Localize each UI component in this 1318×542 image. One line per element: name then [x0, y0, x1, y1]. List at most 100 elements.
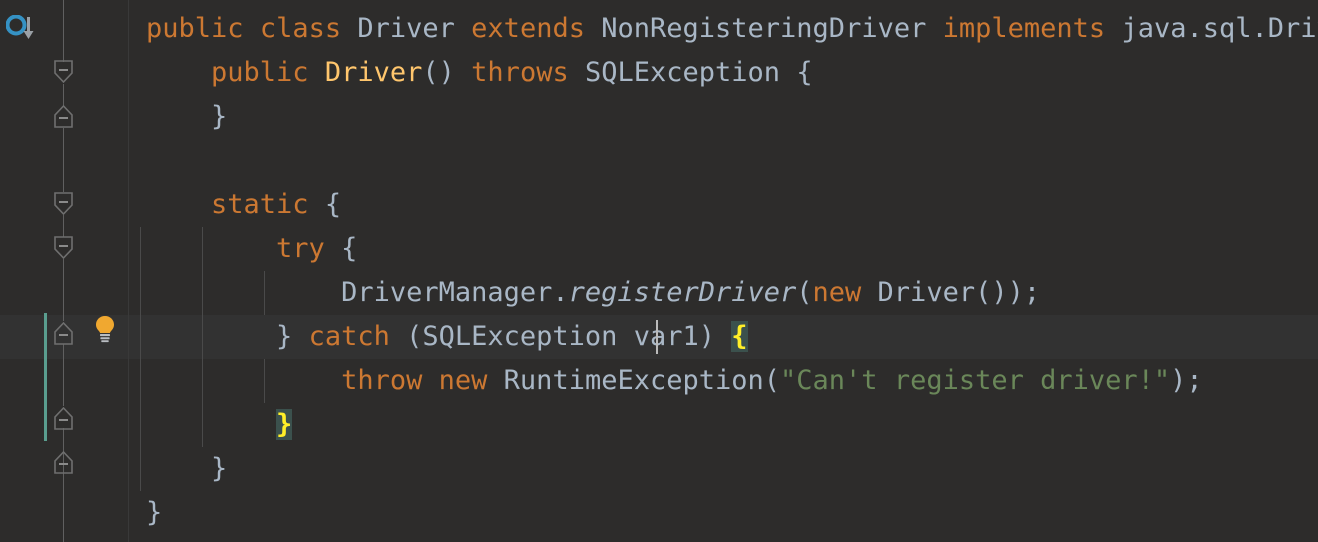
fold-spine-segment [63, 84, 64, 106]
code-token: DriverManager. [341, 277, 569, 308]
fold-marker-expanded[interactable] [54, 60, 73, 84]
code-line[interactable]: } catch (SQLException var1) { [129, 315, 748, 359]
code-token: SQLException [584, 57, 781, 88]
code-token: throw [341, 365, 423, 396]
code-token: ()); [975, 277, 1041, 308]
code-token: RuntimeException [503, 365, 764, 396]
fold-spine-segment [63, 0, 64, 62]
code-token: Driver [357, 13, 455, 44]
implementing-class-marker-icon[interactable] [5, 14, 36, 41]
code-token: { [308, 189, 342, 220]
fold-marker-expanded[interactable] [54, 321, 73, 345]
code-token: () [422, 57, 472, 88]
code-line[interactable]: } [129, 403, 293, 447]
code-token: class [259, 13, 342, 44]
code-token: } [146, 321, 309, 352]
code-token: public [211, 57, 309, 88]
fold-marker-expanded[interactable] [54, 104, 73, 128]
code-token: ( [796, 277, 813, 308]
code-line[interactable]: static { [129, 183, 341, 227]
code-line-text: throw new RuntimeException("Can't regist… [129, 365, 1203, 396]
text-caret [656, 320, 658, 354]
code-line[interactable]: } [129, 447, 227, 491]
code-token: NonRegisteringDriver [601, 13, 927, 44]
fold-marker-expanded[interactable] [54, 406, 73, 430]
code-text-area[interactable]: public class Driver extends NonRegisteri… [129, 0, 1318, 542]
intention-bulb-icon[interactable] [90, 313, 120, 343]
fold-spine-segment [63, 472, 64, 542]
code-line[interactable]: } [129, 491, 162, 535]
code-token: implements [942, 13, 1106, 44]
code-token: } [146, 497, 163, 528]
code-token: "Can't register driver!" [780, 365, 1171, 396]
code-line[interactable]: DriverManager.registerDriver(new Driver(… [129, 271, 1040, 315]
code-line-text: } [129, 409, 293, 440]
fold-marker-expanded[interactable] [54, 192, 73, 216]
code-token: public [146, 13, 244, 44]
code-line-text: public class Driver extends NonRegisteri… [129, 13, 1318, 44]
code-token: { [731, 321, 748, 352]
code-line[interactable] [129, 139, 146, 183]
code-line-text: } catch (SQLException var1) { [129, 321, 748, 352]
code-token: SQLException [422, 321, 618, 352]
fold-marker-expanded[interactable] [54, 450, 73, 474]
code-token: } [146, 453, 228, 484]
code-token: new [812, 277, 862, 308]
code-line-text: public Driver() throws SQLException { [129, 57, 813, 88]
code-token: var1) [617, 321, 732, 352]
code-line[interactable]: public class Driver extends NonRegisteri… [129, 7, 1318, 51]
fold-spine-segment [63, 215, 64, 237]
fold-spine-segment [63, 344, 64, 406]
code-line-text: try { [129, 233, 357, 264]
code-token: } [146, 101, 228, 132]
code-line[interactable]: throw new RuntimeException("Can't regist… [129, 359, 1203, 403]
code-token: ( [389, 321, 423, 352]
code-token: throws [471, 57, 569, 88]
code-token: { [324, 233, 358, 264]
code-token: catch [308, 321, 390, 352]
code-line-text: DriverManager.registerDriver(new Driver(… [129, 277, 1040, 308]
code-token: extends [471, 13, 585, 44]
code-token: new [438, 365, 488, 396]
fold-spine-segment [63, 128, 64, 192]
fold-marker-expanded[interactable] [54, 236, 73, 260]
code-line-text: } [129, 497, 162, 528]
code-token: java.sql.Driver [1121, 13, 1318, 44]
code-line[interactable]: try { [129, 227, 357, 271]
code-token: } [276, 409, 293, 440]
code-line-text: static { [129, 189, 341, 220]
editor-gutter[interactable] [0, 0, 128, 542]
code-token: ( [763, 365, 781, 396]
code-editor-pane[interactable]: public class Driver extends NonRegisteri… [0, 0, 1318, 542]
code-token: registerDriver [568, 277, 797, 308]
code-line[interactable]: } [129, 95, 227, 139]
code-line[interactable]: public Driver() throws SQLException { [129, 51, 813, 95]
fold-spine-segment [63, 259, 64, 321]
code-token: Driver [324, 57, 423, 88]
code-token: { [780, 57, 813, 88]
code-line-text: } [129, 101, 227, 132]
code-token: ); [1170, 365, 1203, 396]
code-token: try [276, 233, 325, 264]
vcs-change-marker[interactable] [44, 313, 47, 441]
code-line-text: } [129, 453, 227, 484]
code-token: Driver [877, 277, 976, 308]
